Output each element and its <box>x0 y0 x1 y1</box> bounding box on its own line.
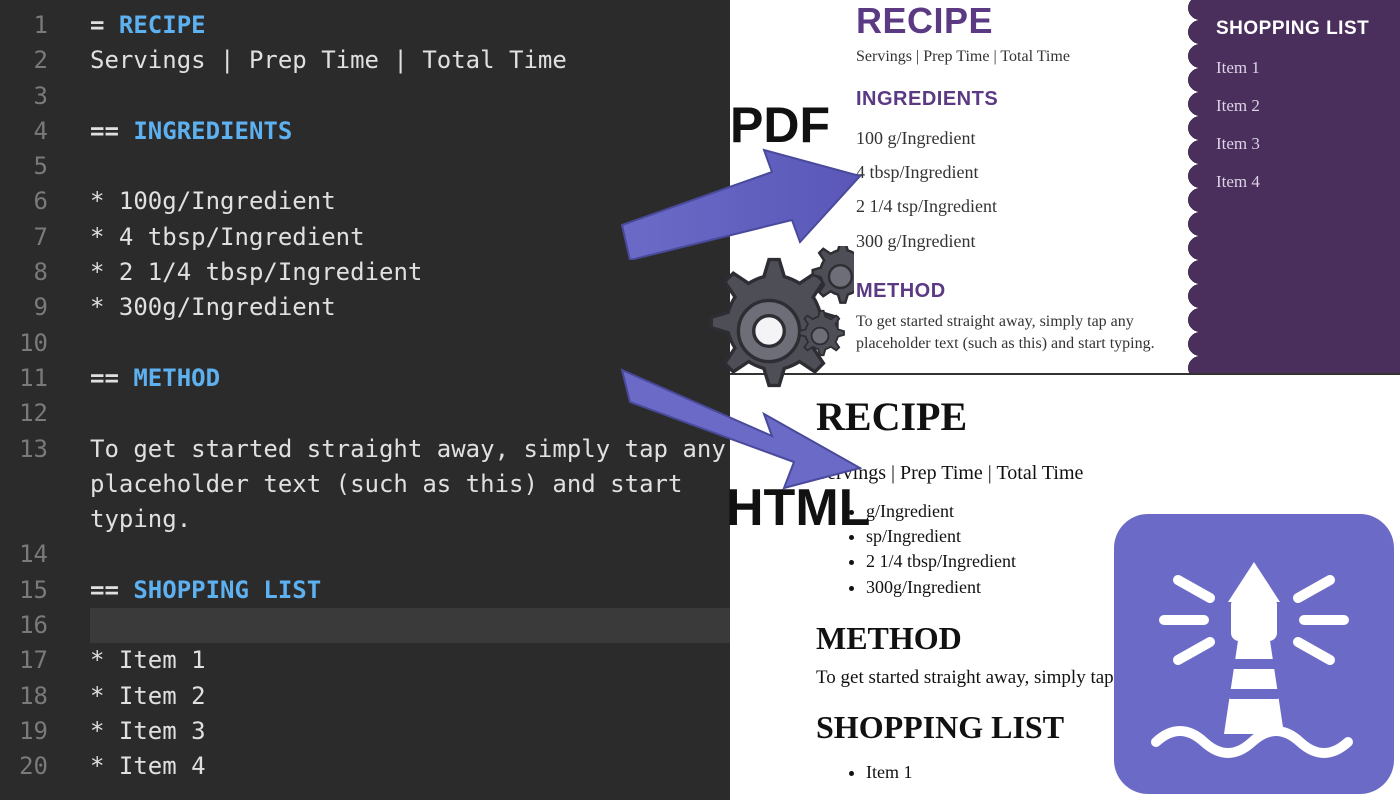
line-number: 3 <box>0 79 48 114</box>
line-number: 18 <box>0 679 48 714</box>
line-number: 12 <box>0 396 48 431</box>
list-item: 2 1/4 tsp/Ingredient <box>856 189 1190 223</box>
lighthouse-badge-icon <box>1114 514 1394 794</box>
line-number: 7 <box>0 220 48 255</box>
line-number: 17 <box>0 643 48 678</box>
line-number: 8 <box>0 255 48 290</box>
list-item: Item 2 <box>1216 96 1384 116</box>
code-line[interactable] <box>90 537 730 572</box>
code-line[interactable]: * Item 3 <box>90 714 730 749</box>
html-title: RECIPE <box>816 393 1376 440</box>
line-number: 1 <box>0 8 48 43</box>
pdf-side-title: SHOPPING LIST <box>1216 18 1384 40</box>
code-line[interactable]: Servings | Prep Time | Total Time <box>90 43 730 78</box>
code-line[interactable]: * Item 4 <box>90 749 730 784</box>
list-item: Item 1 <box>1216 58 1384 78</box>
line-number-gutter: 12345678910111213 14151617181920 <box>0 0 62 800</box>
pdf-meta: Servings | Prep Time | Total Time <box>856 48 1190 66</box>
line-number: 2 <box>0 43 48 78</box>
list-item: 300 g/Ingredient <box>856 224 1190 258</box>
line-number: 20 <box>0 749 48 784</box>
code-line[interactable]: * 2 1/4 tbsp/Ingredient <box>90 255 730 290</box>
pdf-sidebar: SHOPPING LIST Item 1 Item 2 Item 3 Item 4 <box>1200 0 1400 373</box>
list-item: 4 tbsp/Ingredient <box>856 155 1190 189</box>
pdf-method-body: To get started straight away, simply tap… <box>856 311 1190 356</box>
pdf-ingredients-heading: INGREDIENTS <box>856 88 1190 111</box>
code-line[interactable]: = RECIPE <box>90 8 730 43</box>
line-number: 16 <box>0 608 48 643</box>
code-line[interactable]: * Item 2 <box>90 679 730 714</box>
pdf-ingredients-list: 100 g/Ingredient4 tbsp/Ingredient2 1/4 t… <box>856 121 1190 258</box>
html-label: HTML <box>726 478 870 538</box>
pdf-label: PDF <box>730 96 830 154</box>
small-gear-icon <box>790 306 850 366</box>
line-number: 14 <box>0 537 48 572</box>
line-number: 13 <box>0 432 48 467</box>
line-number: 5 <box>0 149 48 184</box>
pdf-method-heading: METHOD <box>856 280 1190 303</box>
line-number: 10 <box>0 326 48 361</box>
code-line[interactable] <box>90 608 730 643</box>
line-number: 4 <box>0 114 48 149</box>
line-number: 11 <box>0 361 48 396</box>
pdf-title: RECIPE <box>856 0 1190 42</box>
list-item: Item 3 <box>1216 134 1384 154</box>
line-number: 6 <box>0 184 48 219</box>
code-line[interactable]: * Item 1 <box>90 643 730 678</box>
list-item: Item 4 <box>1216 172 1384 192</box>
code-line[interactable]: == SHOPPING LIST <box>90 573 730 608</box>
line-number: 9 <box>0 290 48 325</box>
pdf-side-items: Item 1 Item 2 Item 3 Item 4 <box>1216 58 1384 192</box>
list-item: 100 g/Ingredient <box>856 121 1190 155</box>
line-number: 19 <box>0 714 48 749</box>
line-number: 15 <box>0 573 48 608</box>
html-meta: Servings | Prep Time | Total Time <box>816 462 1376 485</box>
code-line[interactable] <box>90 79 730 114</box>
code-line[interactable]: * 300g/Ingredient <box>90 290 730 325</box>
